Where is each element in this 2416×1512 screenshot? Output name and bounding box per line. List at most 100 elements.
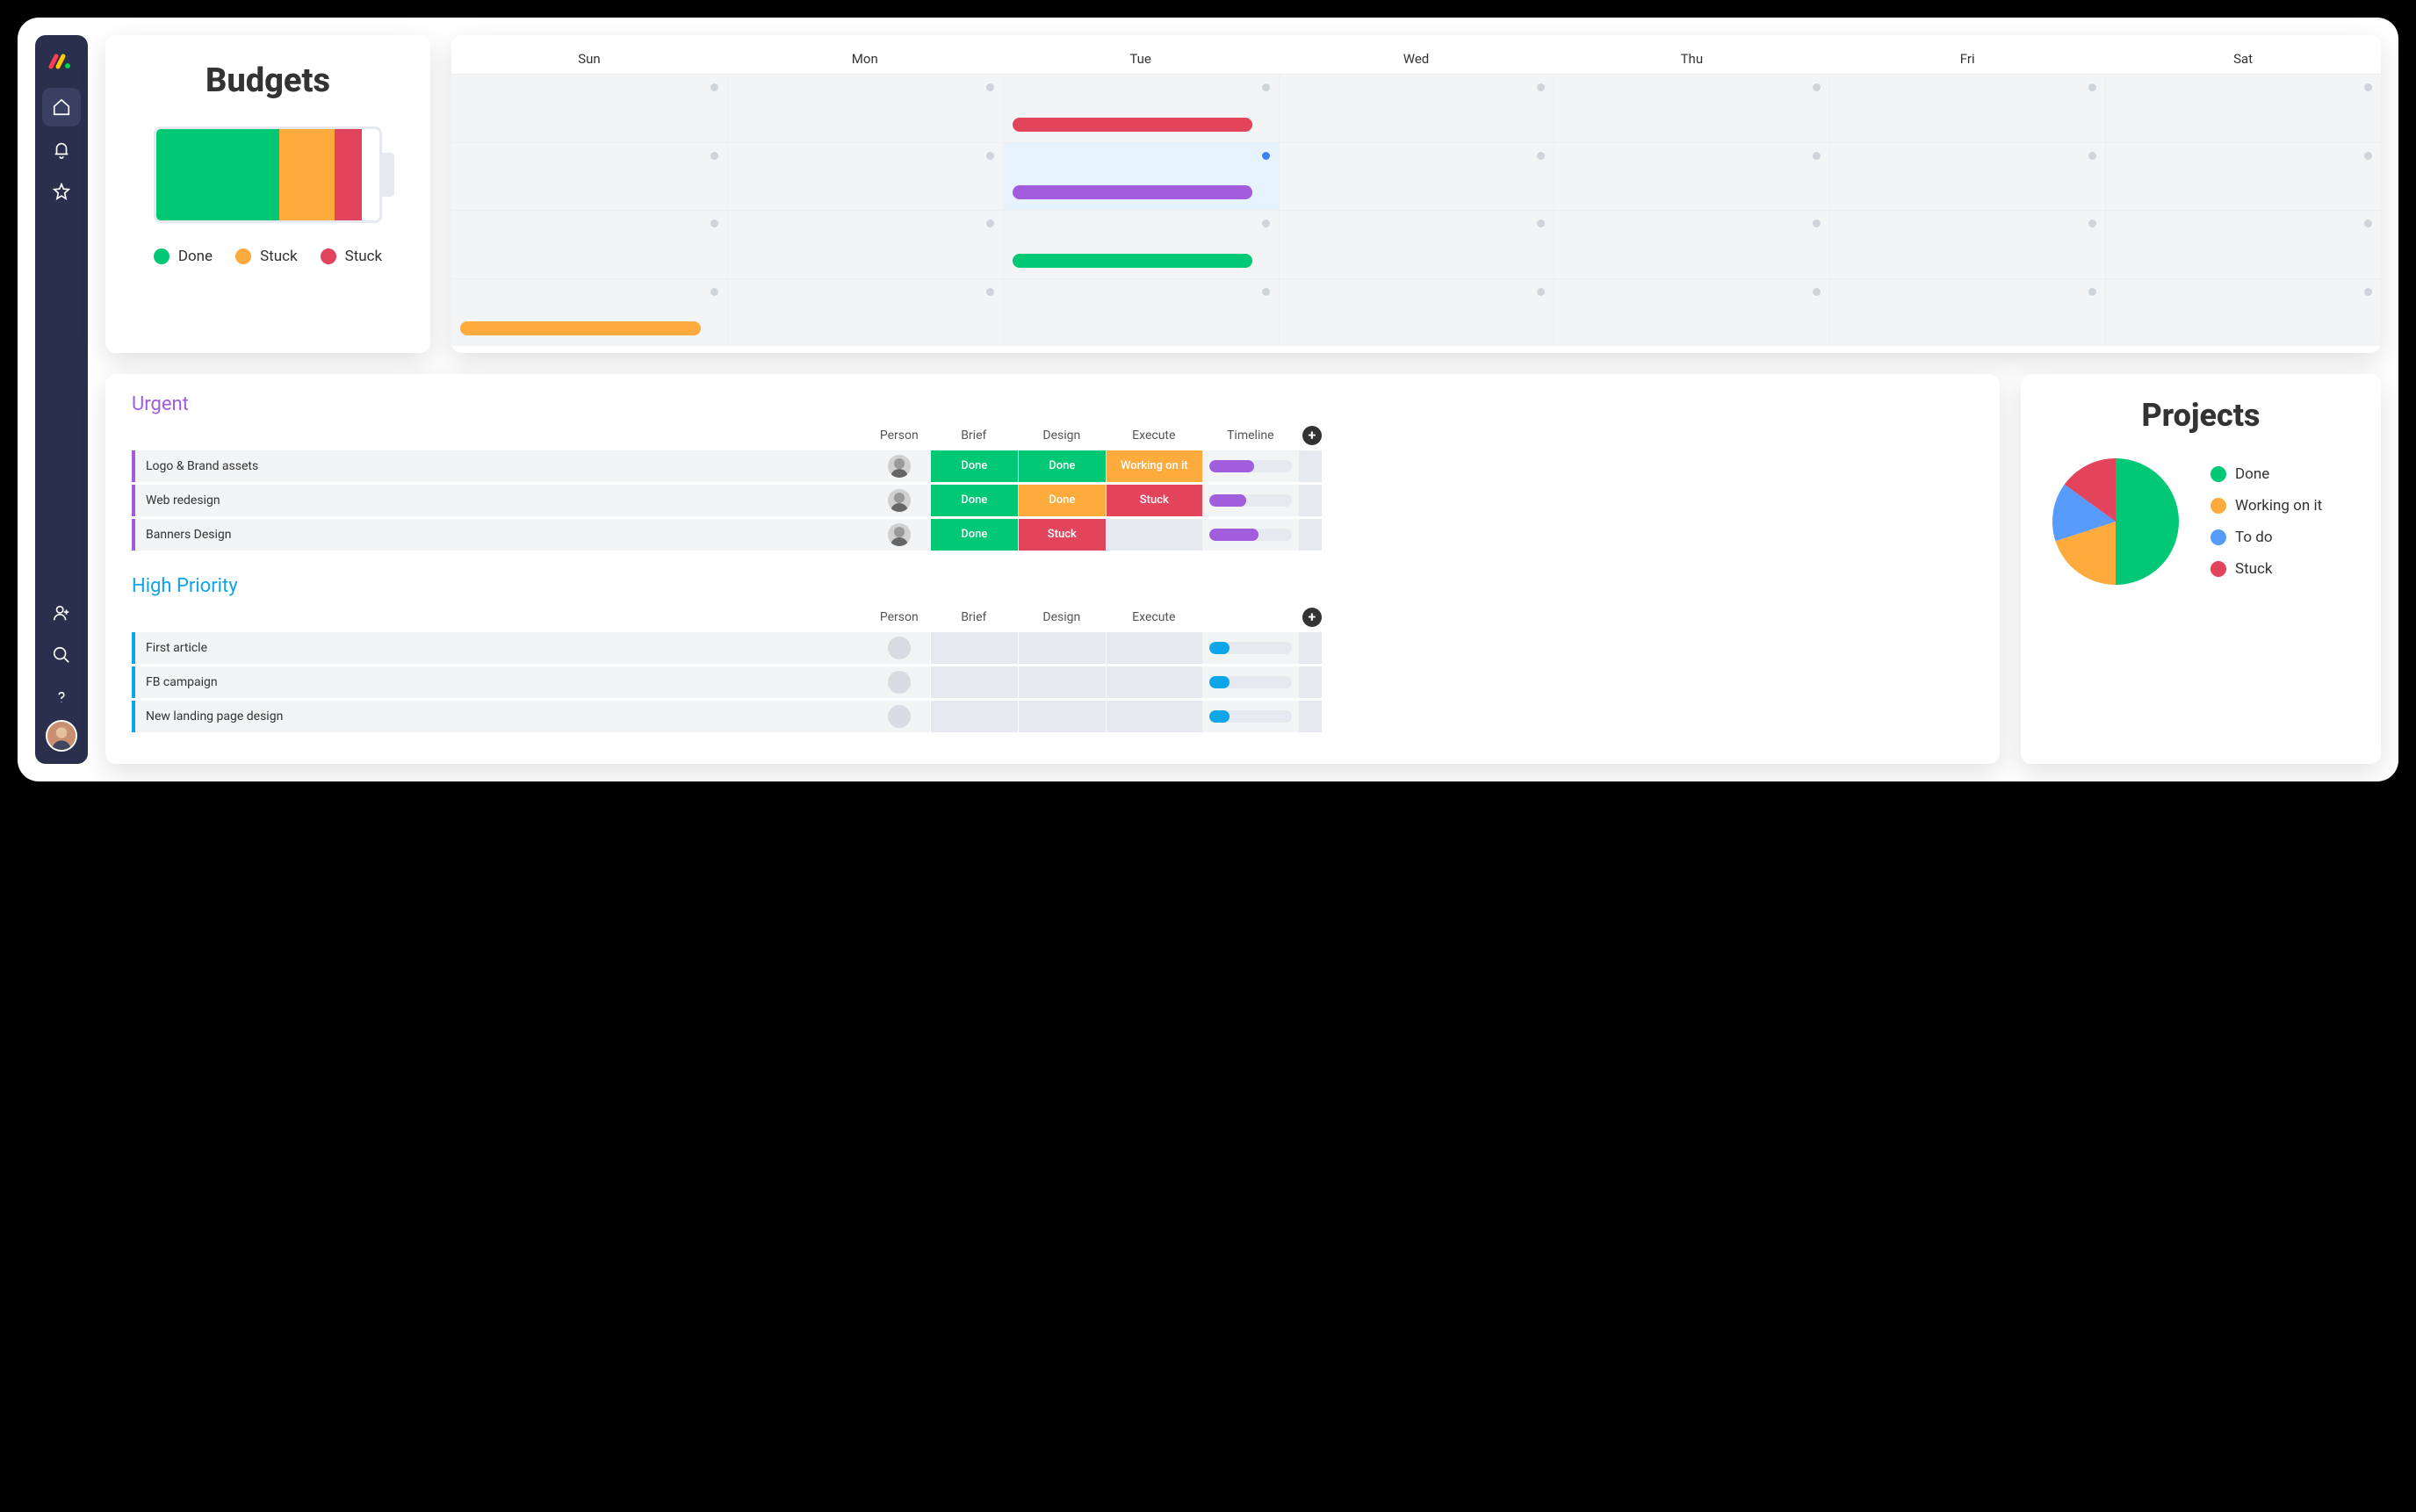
calendar-cell[interactable] [451, 142, 727, 211]
calendar-event-pill[interactable] [1013, 118, 1252, 132]
calendar-cell[interactable] [1279, 142, 1554, 211]
calendar-cell[interactable] [451, 74, 727, 142]
status-cell-empty[interactable] [1018, 632, 1106, 664]
calendar-cell[interactable] [1279, 210, 1554, 278]
home-icon[interactable] [42, 88, 81, 126]
notifications-icon[interactable] [42, 130, 81, 169]
task-group-title[interactable]: High Priority [132, 575, 1973, 597]
person-avatar-empty[interactable] [888, 637, 911, 659]
status-cell[interactable]: Done [930, 519, 1018, 551]
user-avatar[interactable] [46, 720, 77, 752]
calendar-cell[interactable] [2105, 210, 2381, 278]
person-cell[interactable] [869, 485, 930, 516]
calendar-event-pill[interactable] [1013, 254, 1252, 268]
help-icon[interactable] [42, 678, 81, 716]
calendar-cell[interactable] [1829, 74, 2105, 142]
status-cell-empty[interactable] [1018, 666, 1106, 698]
task-name[interactable]: Banners Design [132, 519, 869, 551]
calendar-cell[interactable] [451, 210, 727, 278]
calendar-cell[interactable] [727, 74, 1003, 142]
calendar-cell[interactable] [1829, 278, 2105, 347]
column-header[interactable]: Person [869, 428, 930, 443]
calendar-event-pill[interactable] [1013, 185, 1252, 199]
task-group-title[interactable]: Urgent [132, 393, 1973, 415]
status-cell-empty[interactable] [1106, 701, 1202, 732]
calendar-cell[interactable] [2105, 278, 2381, 347]
calendar-cell[interactable] [2105, 74, 2381, 142]
task-name[interactable]: FB campaign [132, 666, 869, 698]
person-avatar[interactable] [888, 455, 911, 478]
status-cell-empty[interactable] [930, 666, 1018, 698]
column-header[interactable]: Execute [1106, 610, 1202, 624]
calendar-cell[interactable] [727, 210, 1003, 278]
column-header[interactable]: Brief [930, 428, 1018, 443]
calendar-cell[interactable] [2105, 142, 2381, 211]
column-header[interactable]: Brief [930, 610, 1018, 624]
timeline-cell[interactable] [1202, 519, 1299, 551]
calendar-cell[interactable] [1829, 142, 2105, 211]
timeline-cell[interactable] [1202, 450, 1299, 482]
task-row[interactable]: Web redesignDoneDoneStuck [132, 485, 1973, 516]
column-header[interactable]: Execute [1106, 428, 1202, 443]
calendar-cell[interactable] [1554, 74, 1829, 142]
calendar-cell[interactable] [1279, 74, 1554, 142]
status-cell[interactable]: Done [930, 450, 1018, 482]
task-row[interactable]: Logo & Brand assetsDoneDoneWorking on it [132, 450, 1973, 482]
person-avatar-empty[interactable] [888, 671, 911, 694]
calendar-cell[interactable] [1829, 210, 2105, 278]
status-cell-empty[interactable] [1106, 666, 1202, 698]
person-avatar[interactable] [888, 523, 911, 546]
column-header[interactable]: Person [869, 610, 930, 624]
status-cell-empty[interactable] [1106, 632, 1202, 664]
status-cell[interactable]: Done [930, 485, 1018, 516]
timeline-cell[interactable] [1202, 701, 1299, 732]
timeline-cell[interactable] [1202, 485, 1299, 516]
calendar-cell[interactable] [451, 278, 727, 347]
timeline-cell[interactable] [1202, 632, 1299, 664]
calendar-cell[interactable] [1003, 210, 1279, 278]
person-cell[interactable] [869, 519, 930, 551]
calendar-cell[interactable] [1003, 278, 1279, 347]
calendar-cell[interactable] [727, 278, 1003, 347]
calendar-cell[interactable] [1003, 142, 1279, 211]
calendar-cell[interactable] [1554, 142, 1829, 211]
favorites-icon[interactable] [42, 172, 81, 211]
status-cell[interactable]: Stuck [1018, 519, 1106, 551]
status-cell[interactable]: Working on it [1106, 450, 1202, 482]
person-avatar-empty[interactable] [888, 705, 911, 728]
calendar-cell[interactable] [1554, 210, 1829, 278]
calendar-event-pill[interactable] [460, 321, 701, 335]
task-name[interactable]: New landing page design [132, 701, 869, 732]
person-cell[interactable] [869, 450, 930, 482]
task-name[interactable]: First article [132, 632, 869, 664]
task-name[interactable]: Logo & Brand assets [132, 450, 869, 482]
person-cell[interactable] [869, 701, 930, 732]
status-cell-empty[interactable] [1106, 519, 1202, 551]
calendar-cell[interactable] [1554, 278, 1829, 347]
add-column-button[interactable]: + [1302, 608, 1322, 627]
task-row[interactable]: FB campaign [132, 666, 1973, 698]
status-cell[interactable]: Stuck [1106, 485, 1202, 516]
status-cell-empty[interactable] [930, 632, 1018, 664]
task-row[interactable]: New landing page design [132, 701, 1973, 732]
task-row[interactable]: Banners Design DoneStuck [132, 519, 1973, 551]
status-cell[interactable]: Done [1018, 450, 1106, 482]
person-cell[interactable] [869, 632, 930, 664]
calendar-cell[interactable] [727, 142, 1003, 211]
column-header[interactable]: Design [1018, 610, 1106, 624]
calendar-cell[interactable] [1279, 278, 1554, 347]
person-cell[interactable] [869, 666, 930, 698]
timeline-cell[interactable] [1202, 666, 1299, 698]
task-name[interactable]: Web redesign [132, 485, 869, 516]
search-icon[interactable] [42, 636, 81, 674]
invite-user-icon[interactable] [42, 594, 81, 632]
calendar-cell[interactable] [1003, 74, 1279, 142]
status-cell-empty[interactable] [930, 701, 1018, 732]
status-cell-empty[interactable] [1018, 701, 1106, 732]
column-header[interactable]: Timeline [1202, 428, 1299, 443]
person-avatar[interactable] [888, 489, 911, 512]
column-header[interactable]: Design [1018, 428, 1106, 443]
task-row[interactable]: First article [132, 632, 1973, 664]
add-column-button[interactable]: + [1302, 426, 1322, 445]
status-cell[interactable]: Done [1018, 485, 1106, 516]
